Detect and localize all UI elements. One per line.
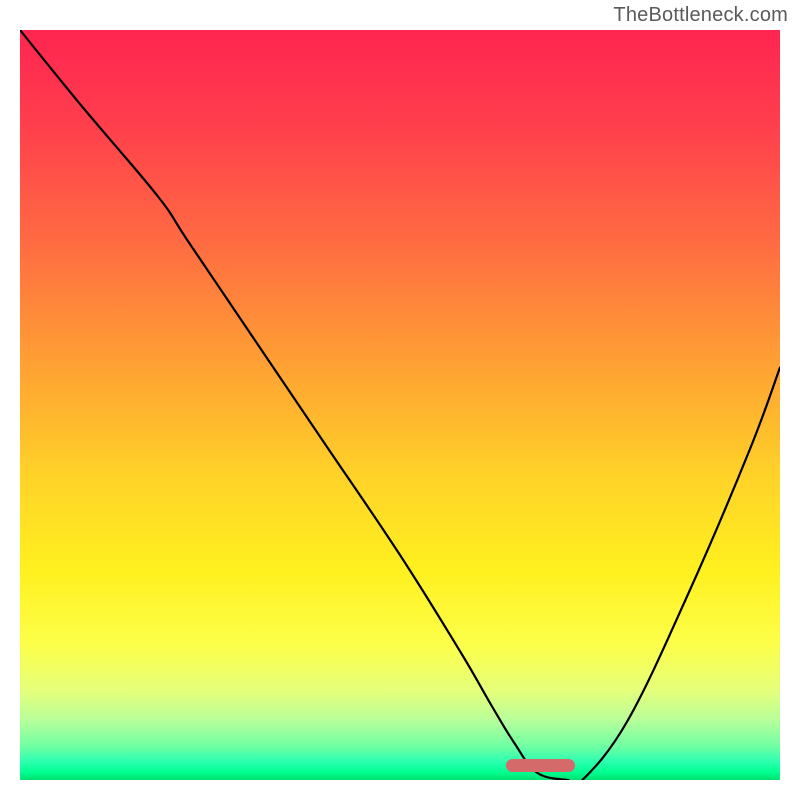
optimal-marker xyxy=(506,759,574,772)
plot-area xyxy=(20,30,780,780)
chart-frame: TheBottleneck.com xyxy=(0,0,800,800)
bottleneck-curve xyxy=(20,30,780,780)
curve-svg xyxy=(20,30,780,780)
watermark-text: TheBottleneck.com xyxy=(613,4,788,27)
